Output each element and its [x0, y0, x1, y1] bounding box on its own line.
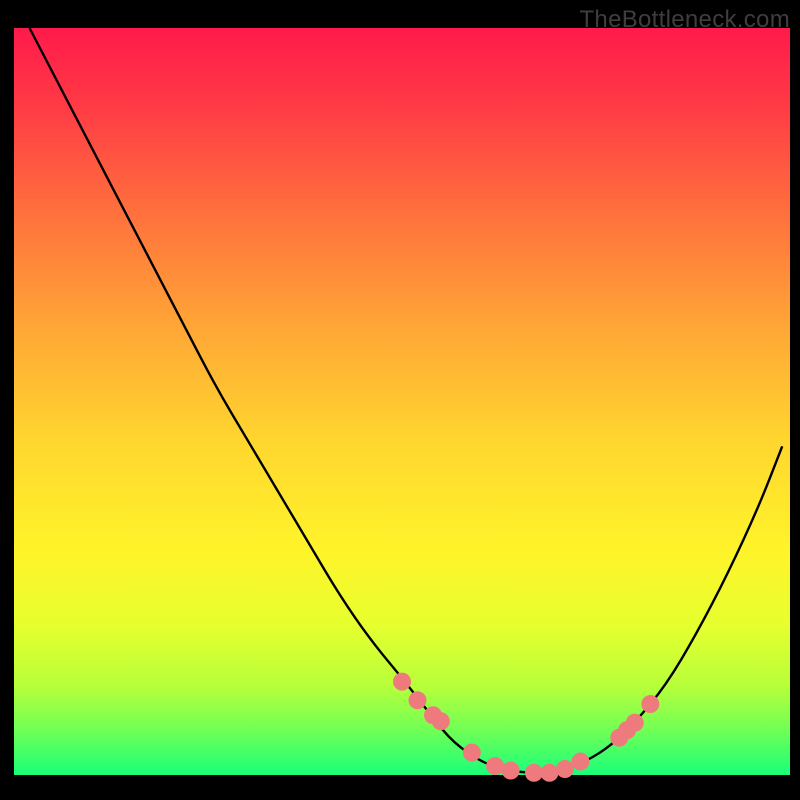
marker-dot [540, 764, 558, 782]
marker-dot [626, 714, 644, 732]
marker-dot [525, 764, 543, 782]
marker-dot [409, 691, 427, 709]
marker-dot [486, 757, 504, 775]
marker-dot [502, 762, 520, 780]
plot-background [14, 28, 790, 775]
marker-dot [571, 753, 589, 771]
marker-dot [432, 712, 450, 730]
marker-dot [393, 673, 411, 691]
bottleneck-chart [0, 0, 800, 800]
marker-dot [641, 695, 659, 713]
marker-dot [556, 760, 574, 778]
watermark: TheBottleneck.com [579, 6, 790, 34]
marker-dot [463, 744, 481, 762]
